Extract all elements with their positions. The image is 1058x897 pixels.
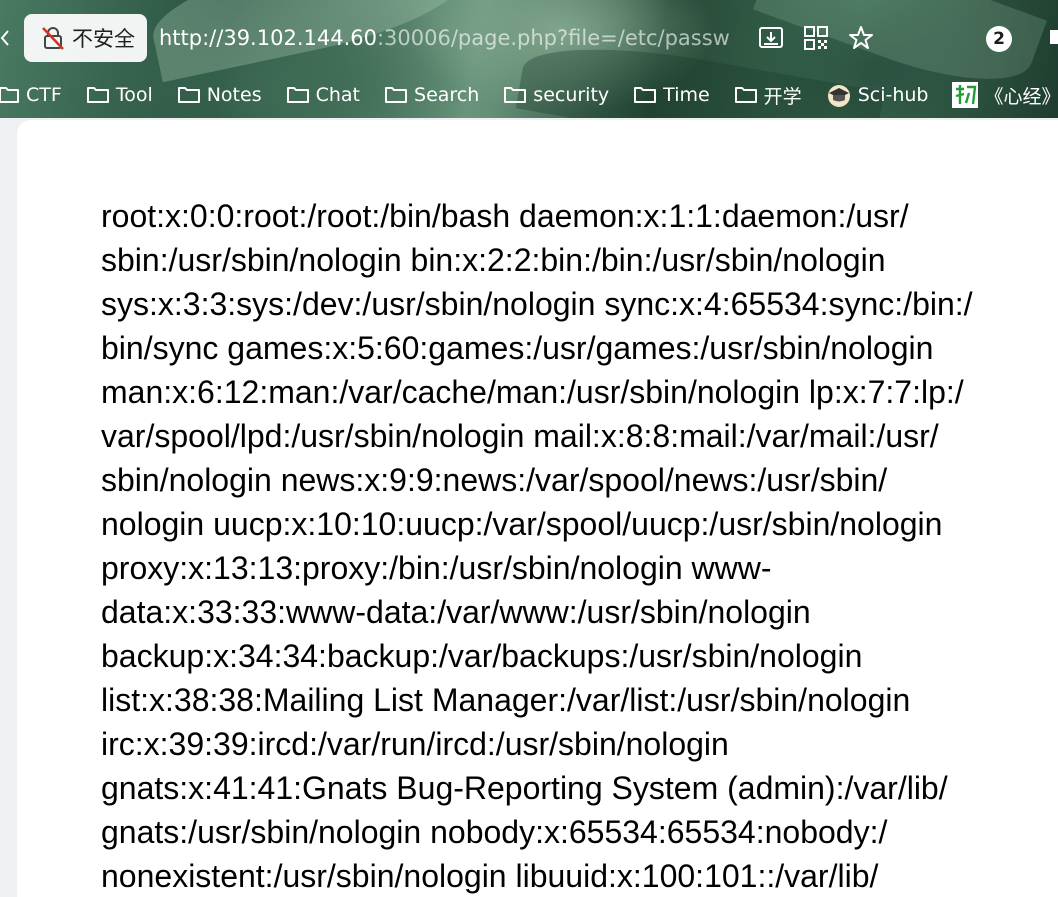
folder-icon [177,87,200,103]
green-character-icon [952,82,979,108]
text-line: gnats:/usr/sbin/nologin nobody:x:65534:6… [101,814,888,850]
bookmark-label: security [533,84,610,106]
bookmarks-bar: CTF Tool Notes Chat Search security Time [0,78,1058,112]
site-security-chip[interactable]: 不安全 [24,14,147,62]
bookmark-label: Sci-hub [857,84,929,106]
bookmark-xinjing[interactable]: 《心经》 [952,82,1058,109]
text-line: proxy:x:13:13:proxy:/bin:/usr/sbin/nolog… [101,550,772,586]
bookmark-folder-kaixue[interactable]: 开学 [734,82,802,109]
menu-icon[interactable] [1048,22,1058,52]
bookmark-folder-chat[interactable]: Chat [286,84,360,106]
url-path: :30006/page.php?file=/etc/passw [376,26,730,50]
text-line: man:x:6:12:man:/var/cache/man:/usr/sbin/… [101,374,964,410]
bookmark-folder-security[interactable]: security [503,84,609,106]
url-host: http://39.102.144.60 [159,26,377,50]
folder-icon [0,87,19,103]
folder-icon [86,87,109,103]
file-contents-text: root:x:0:0:root:/root:/bin/bash daemon:x… [101,194,1058,897]
extension-count-badge[interactable]: 2 [986,26,1012,52]
folder-icon [286,87,309,103]
text-line: nologin uucp:x:10:10:uucp:/var/spool/uuc… [101,506,943,542]
folder-icon [734,87,757,103]
text-line: var/spool/lpd:/usr/sbin/nologin mail:x:8… [101,418,939,454]
graduation-cap-icon [827,85,850,107]
bookmark-label: CTF [26,84,62,106]
text-line: irc:x:39:39:ircd:/var/run/ircd:/usr/sbin… [101,726,729,762]
security-label: 不安全 [72,27,135,51]
text-line: sys:x:3:3:sys:/dev:/usr/sbin/nologin syn… [101,286,973,322]
text-line: bin/sync games:x:5:60:games:/usr/games:/… [101,330,934,366]
text-line: nonexistent:/usr/sbin/nologin libuuid:x:… [101,858,879,894]
folder-icon [504,87,527,103]
folder-icon [634,87,657,103]
bookmark-label: Notes [206,84,262,106]
url-text[interactable]: http://39.102.144.60:30006/page.php?file… [159,26,749,50]
bookmark-label: 《心经》 [984,85,1058,108]
text-line: sbin:/usr/sbin/nologin bin:x:2:2:bin:/bi… [101,242,886,278]
page-viewport: root:x:0:0:root:/root:/bin/bash daemon:x… [17,120,1058,897]
bookmark-star-icon[interactable] [847,24,875,52]
bookmark-label: Time [663,84,710,106]
bookmark-folder-time[interactable]: Time [633,84,710,106]
bookmark-sci-hub[interactable]: Sci-hub [826,83,929,107]
bookmark-label: Search [414,84,480,106]
address-bar[interactable]: 不安全 http://39.102.144.60:30006/page.php?… [0,14,950,62]
text-line: list:x:38:38:Mailing List Manager:/var/l… [101,682,911,718]
qr-code-icon[interactable] [803,25,829,51]
bookmark-label: Chat [315,84,361,106]
text-line: backup:x:34:34:backup:/var/backups:/usr/… [101,638,863,674]
text-line: sbin/nologin news:x:9:9:news:/var/spool/… [101,462,888,498]
install-app-icon[interactable] [757,24,785,52]
bookmark-label: Tool [115,84,153,106]
text-line: root:x:0:0:root:/root:/bin/bash daemon:x… [101,198,909,234]
bookmark-folder-notes[interactable]: Notes [177,84,262,106]
bookmark-folder-search[interactable]: Search [384,84,479,106]
bookmark-folder-ctf[interactable]: CTF [0,84,62,106]
bookmark-folder-tool[interactable]: Tool [86,84,153,106]
text-line: gnats:x:41:41:Gnats Bug-Reporting System… [101,770,948,806]
text-line: data:x:33:33:www-data:/var/www:/usr/sbin… [101,594,811,630]
not-secure-lock-icon [42,27,64,50]
folder-icon [385,87,408,103]
browser-toolbar: 不安全 http://39.102.144.60:30006/page.php?… [0,0,1058,118]
bookmark-label: 开学 [763,85,802,108]
back-icon[interactable] [0,14,14,62]
